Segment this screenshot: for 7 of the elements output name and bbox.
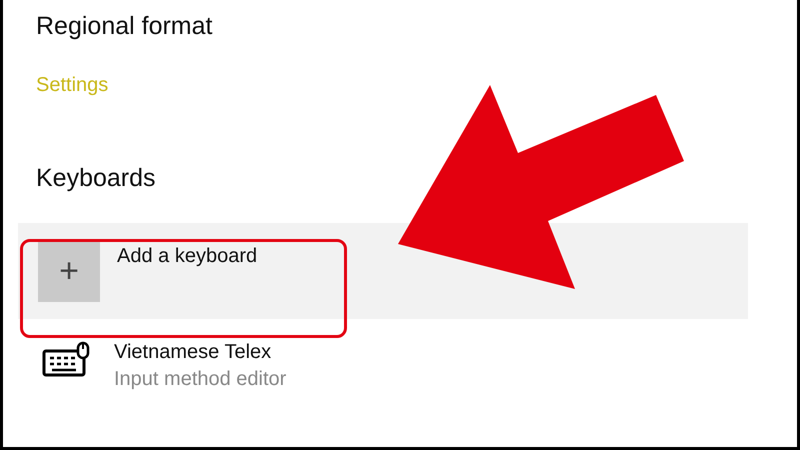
keyboard-description: Input method editor: [114, 368, 286, 391]
keyboard-icon: [42, 341, 92, 377]
keyboard-name: Vietnamese Telex: [114, 341, 272, 364]
section-title: Regional format: [36, 12, 214, 41]
section-title: Keyboards: [36, 164, 157, 193]
plus-icon: +: [38, 240, 100, 302]
keyboard-item[interactable]: Vietnamese Telex Input method editor: [42, 341, 797, 391]
